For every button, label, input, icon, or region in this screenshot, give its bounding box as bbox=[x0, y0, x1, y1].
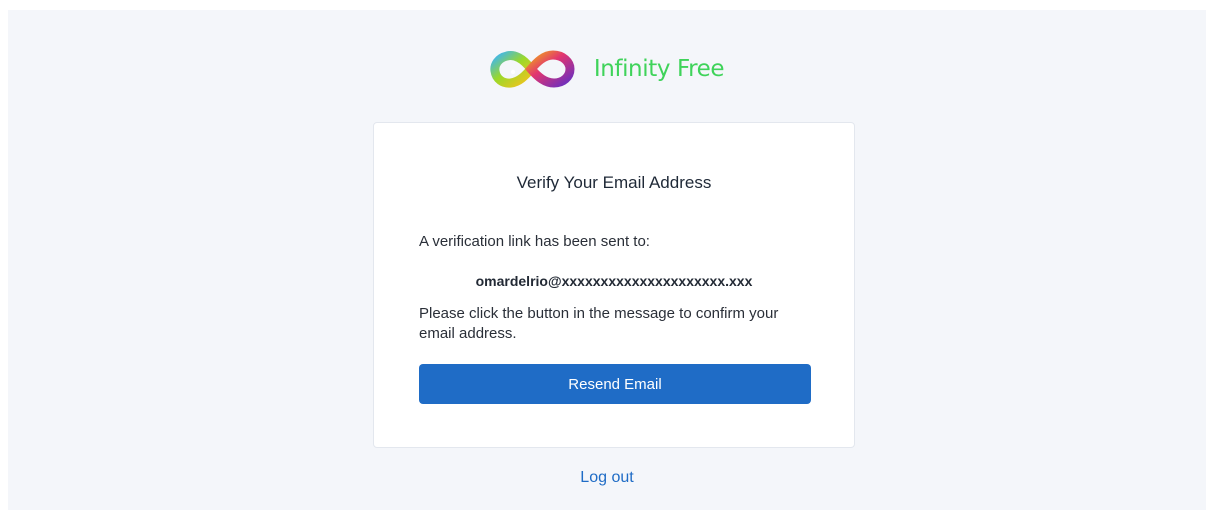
brand-header: Infinity Free bbox=[8, 48, 1206, 90]
infinity-logo-icon bbox=[490, 50, 575, 88]
verify-email-card: Verify Your Email Address A verification… bbox=[373, 122, 855, 448]
verification-sent-label: A verification link has been sent to: bbox=[419, 233, 650, 250]
logout-link[interactable]: Log out bbox=[8, 469, 1206, 487]
card-title: Verify Your Email Address bbox=[516, 173, 712, 192]
page-background: Infinity Free Verify Your Email Address … bbox=[8, 10, 1206, 510]
instructions-text: Please click the button in the message t… bbox=[419, 305, 779, 342]
brand-name: Infinity Free bbox=[593, 56, 725, 82]
resend-email-button[interactable]: Resend Email bbox=[419, 364, 811, 404]
email-address: omardelrio@xxxxxxxxxxxxxxxxxxxxx.xxx bbox=[475, 273, 753, 289]
